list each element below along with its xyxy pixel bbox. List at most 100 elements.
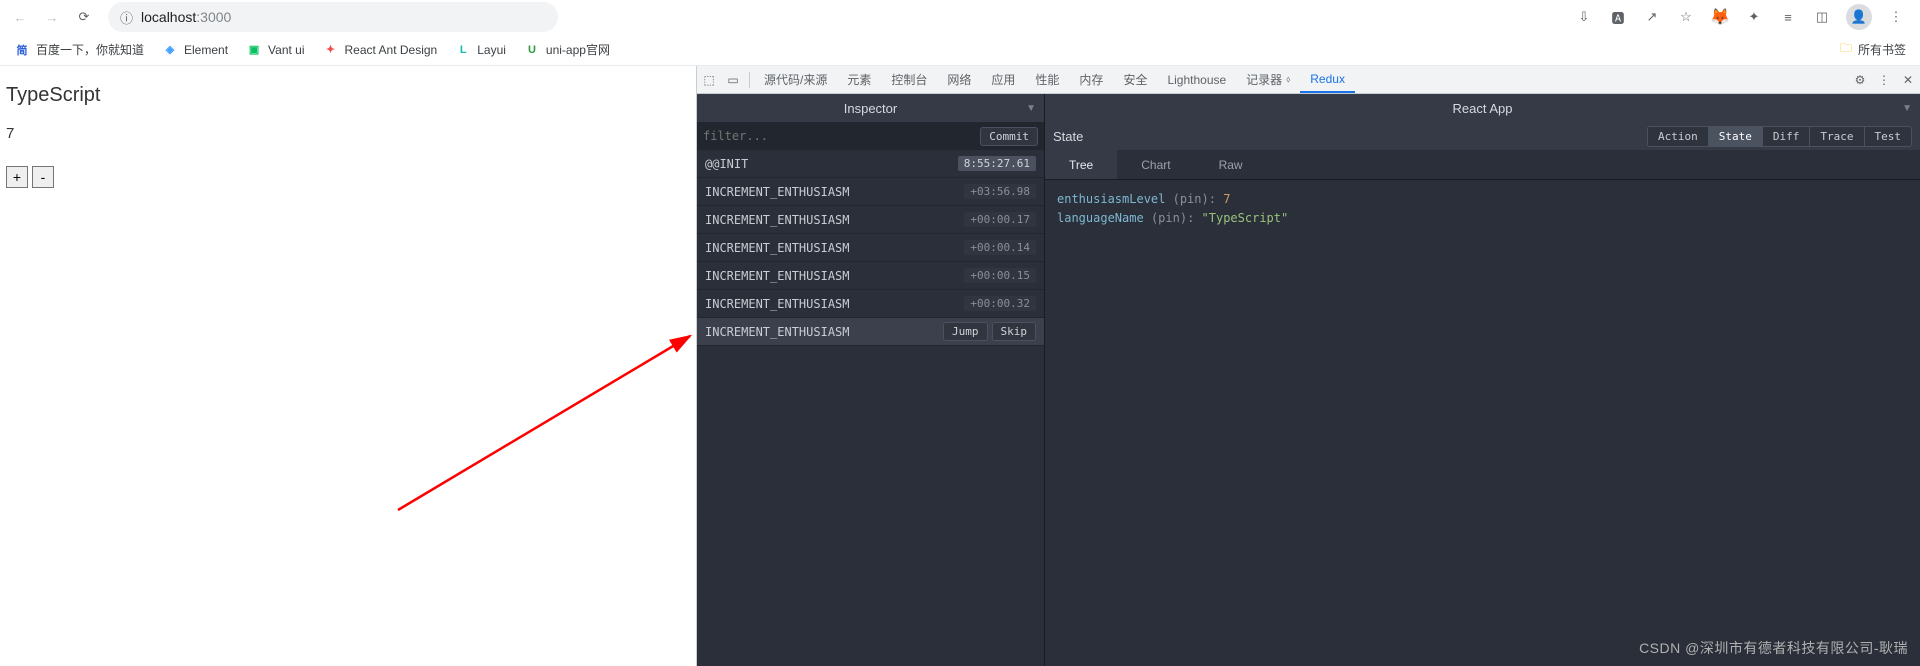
bookmark-item[interactable]: LLayui	[455, 42, 506, 58]
bookmark-star-icon[interactable]: ☆	[1676, 7, 1696, 27]
page-viewport: TypeScript 7 + -	[0, 66, 696, 666]
bookmark-item[interactable]: ◈ Element	[162, 42, 228, 58]
action-name: INCREMENT_ENTHUSIASM	[705, 269, 850, 283]
action-name: INCREMENT_ENTHUSIASM	[705, 185, 850, 199]
devtools-tab[interactable]: 安全	[1113, 66, 1157, 93]
seg-trace[interactable]: Trace	[1810, 127, 1864, 146]
state-view-tabs: TreeChartRaw	[1045, 150, 1920, 180]
tree-value: 7	[1223, 192, 1230, 206]
jump-button[interactable]: Jump	[943, 322, 988, 341]
chrome-menu-icon[interactable]: ⋮	[1886, 7, 1906, 27]
tree-row[interactable]: languageName (pin): "TypeScript"	[1057, 209, 1908, 228]
action-name: INCREMENT_ENTHUSIASM	[705, 297, 850, 311]
inspector-column: Inspector ▼ Commit @@INIT8:55:27.61INCRE…	[697, 94, 1045, 666]
action-time: +00:00.14	[964, 240, 1036, 255]
commit-button[interactable]: Commit	[980, 127, 1038, 146]
view-tab-tree[interactable]: Tree	[1045, 150, 1117, 179]
action-time: +03:56.98	[964, 184, 1036, 199]
view-tab-chart[interactable]: Chart	[1117, 150, 1194, 179]
bookmark-label: Element	[184, 43, 228, 57]
enthusiasm-count: 7	[6, 125, 690, 142]
action-row[interactable]: @@INIT8:55:27.61	[697, 150, 1044, 178]
react-app-header[interactable]: React App ▼	[1045, 94, 1920, 122]
bookmark-item[interactable]: Uuni-app官网	[524, 41, 610, 58]
action-row[interactable]: INCREMENT_ENTHUSIASM JumpSkip	[697, 318, 1044, 346]
action-row[interactable]: INCREMENT_ENTHUSIASM +00:00.14	[697, 234, 1044, 262]
action-row[interactable]: INCREMENT_ENTHUSIASM+00:00.32	[697, 290, 1044, 318]
folder-icon: 🗀	[1840, 39, 1852, 60]
forward-button[interactable]: →	[38, 3, 66, 31]
devtools-tab[interactable]: 元素	[837, 66, 881, 93]
inspect-element-icon[interactable]: ⬚	[697, 73, 721, 87]
devtools-tabs: ⬚ ▭ 源代码/来源元素控制台网络应用性能内存安全Lighthouse记录器⬨R…	[697, 66, 1920, 94]
devtools-tab[interactable]: Redux	[1300, 66, 1355, 93]
devtools-tab[interactable]: Lighthouse	[1157, 66, 1236, 93]
action-time: +00:00.17	[964, 212, 1036, 227]
action-row[interactable]: INCREMENT_ENTHUSIASM+00:00.15	[697, 262, 1044, 290]
action-list: @@INIT8:55:27.61 INCREMENT_ENTHUSIASM +03:…	[697, 150, 1044, 666]
react-app-title: React App	[1453, 101, 1513, 116]
tree-row[interactable]: enthusiasmLevel (pin): 7	[1057, 190, 1908, 209]
bookmark-label: 百度一下，你就知道	[36, 41, 144, 58]
devtools-tab[interactable]: 内存	[1069, 66, 1113, 93]
pin-label[interactable]: (pin)	[1173, 192, 1209, 206]
seg-action[interactable]: Action	[1648, 127, 1709, 146]
filter-input[interactable]	[703, 129, 974, 143]
chevron-down-icon: ▼	[1902, 103, 1912, 114]
inspector-header[interactable]: Inspector ▼	[697, 94, 1044, 122]
inspector-title: Inspector	[844, 101, 897, 116]
favicon-icon: ✦	[323, 42, 339, 58]
install-icon[interactable]: ⇩	[1574, 7, 1594, 27]
metamask-icon[interactable]: 🦊	[1710, 7, 1730, 27]
favicon-icon: U	[524, 42, 540, 58]
bookmark-item[interactable]: ▣Vant ui	[246, 42, 304, 58]
translate-icon[interactable]: 🅰	[1608, 7, 1628, 27]
share-icon[interactable]: ↗	[1642, 7, 1662, 27]
seg-diff[interactable]: Diff	[1763, 127, 1811, 146]
devtools-tab[interactable]: 控制台	[881, 66, 937, 93]
decrement-button[interactable]: -	[32, 166, 54, 188]
action-row[interactable]: INCREMENT_ENTHUSIASM +03:56.98	[697, 178, 1044, 206]
tree-key: languageName	[1057, 211, 1144, 225]
action-time: 8:55:27.61	[958, 156, 1036, 171]
devtools-tab[interactable]: 记录器⬨	[1236, 66, 1300, 93]
page-heading: TypeScript	[6, 84, 690, 107]
skip-button[interactable]: Skip	[992, 322, 1037, 341]
url-text: localhost:3000	[141, 9, 231, 25]
bookmark-label: Vant ui	[268, 43, 304, 57]
address-bar[interactable]: ⓘ localhost:3000	[108, 2, 558, 32]
site-info-icon[interactable]: ⓘ	[120, 8, 133, 27]
devtools-tab[interactable]: 网络	[937, 66, 981, 93]
devtools-close-icon[interactable]: ✕	[1896, 73, 1920, 87]
content-area: TypeScript 7 + - ⬚ ▭ 源代码/来源元素控制台网络应用性能内存…	[0, 66, 1920, 666]
back-button[interactable]: ←	[6, 3, 34, 31]
action-name: INCREMENT_ENTHUSIASM	[705, 325, 850, 339]
profile-avatar-icon[interactable]: 👤	[1846, 4, 1872, 30]
increment-button[interactable]: +	[6, 166, 28, 188]
state-tree: enthusiasmLevel (pin): 7languageName (pi…	[1045, 180, 1920, 666]
view-tab-raw[interactable]: Raw	[1195, 150, 1267, 179]
reload-button[interactable]: ⟳	[70, 3, 98, 31]
reading-list-icon[interactable]: ≡	[1778, 7, 1798, 27]
bookmark-item[interactable]: ✦React Ant Design	[323, 42, 438, 58]
view-mode-segments: ActionStateDiffTraceTest	[1647, 126, 1912, 147]
action-name: INCREMENT_ENTHUSIASM	[705, 241, 850, 255]
seg-state[interactable]: State	[1709, 127, 1763, 146]
devtools-tab[interactable]: 源代码/来源	[754, 66, 837, 93]
state-topbar: State ActionStateDiffTraceTest	[1045, 122, 1920, 150]
devtools-settings-icon[interactable]: ⚙	[1848, 73, 1872, 87]
devtools-tab[interactable]: 应用	[981, 66, 1025, 93]
bookmark-item[interactable]: 简百度一下，你就知道	[14, 41, 144, 58]
chevron-down-icon: ▼	[1026, 103, 1036, 114]
favicon-icon: ◈	[162, 42, 178, 58]
all-bookmarks-folder[interactable]: 🗀 所有书签	[1840, 39, 1906, 60]
extensions-icon[interactable]: ✦	[1744, 7, 1764, 27]
action-row[interactable]: INCREMENT_ENTHUSIASM+00:00.17	[697, 206, 1044, 234]
toolbar-icons: ⇩ 🅰 ↗ ☆ 🦊 ✦ ≡ ◫ 👤 ⋮	[1574, 4, 1914, 30]
devtools-tab[interactable]: 性能	[1025, 66, 1069, 93]
side-panel-icon[interactable]: ◫	[1812, 7, 1832, 27]
seg-test[interactable]: Test	[1865, 127, 1912, 146]
devtools-menu-icon[interactable]: ⋮	[1872, 73, 1896, 87]
device-toolbar-icon[interactable]: ▭	[721, 73, 745, 87]
pin-label[interactable]: (pin)	[1151, 211, 1187, 225]
